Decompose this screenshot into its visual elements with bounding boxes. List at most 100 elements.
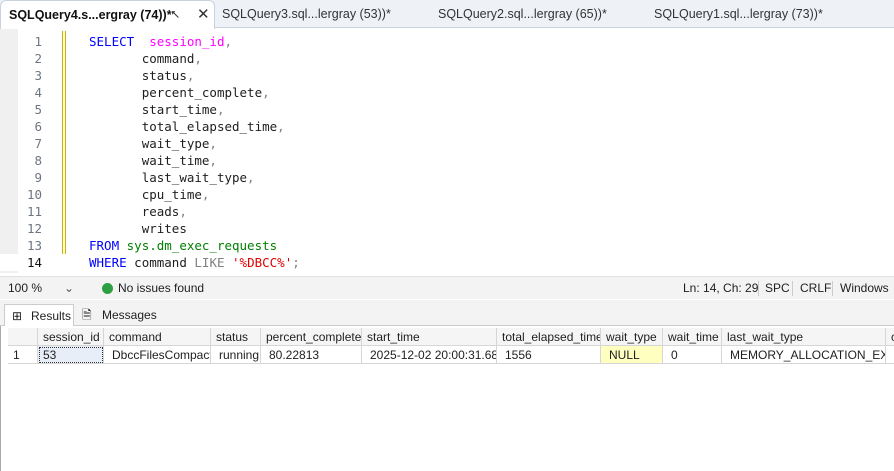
- column-header[interactable]: session_id: [38, 328, 104, 346]
- column-name: total_elapsed_time: [141, 119, 278, 134]
- tab-sqlquery1[interactable]: SQLQuery1.sql...lergray (73))*: [654, 0, 823, 28]
- tab-label: Messages: [102, 308, 157, 322]
- column-name: start_time: [141, 102, 217, 117]
- column-name: last_wait_type: [141, 170, 248, 185]
- line-number: 10: [26, 187, 42, 202]
- operator: LIKE: [194, 255, 225, 270]
- column-header[interactable]: wait_time: [663, 328, 722, 346]
- code-line: 11 reads,: [0, 203, 894, 220]
- punctuation: ,: [209, 136, 217, 151]
- tab-label: Results: [31, 309, 72, 323]
- punctuation: ;: [292, 255, 300, 270]
- code-line: 10 cpu_time,: [0, 186, 894, 203]
- table-cell[interactable]: NULL: [601, 346, 663, 364]
- column-name: cpu_time: [141, 187, 202, 202]
- line-number: 6: [34, 119, 42, 134]
- close-icon[interactable]: ✕: [197, 1, 210, 29]
- table-cell[interactable]: MEMORY_ALLOCATION_EXT: [722, 346, 886, 364]
- punctuation: ,: [194, 51, 202, 66]
- column-header[interactable]: [8, 328, 38, 346]
- line-number: 8: [34, 153, 42, 168]
- column-header[interactable]: command: [104, 328, 211, 346]
- column-header[interactable]: status: [211, 328, 261, 346]
- table-cell[interactable]: running: [211, 346, 261, 364]
- keyword: WHERE: [89, 255, 127, 270]
- document-tab-bar: SQLQuery4.s...ergray (74))* ⭦ ✕ SQLQuery…: [0, 0, 894, 29]
- code-line: 13 FROM sys.dm_exec_requests: [0, 237, 894, 254]
- table-cell[interactable]: 1556: [497, 346, 601, 364]
- table-cell[interactable]: [886, 346, 894, 364]
- code-line: 5 start_time,: [0, 101, 894, 118]
- check-circle-icon: [102, 283, 113, 294]
- punctuation: ,: [209, 153, 217, 168]
- tab-sqlquery2[interactable]: SQLQuery2.sql...lergray (65))*: [438, 0, 607, 28]
- punctuation: ,: [201, 187, 210, 202]
- tab-label: SQLQuery4.s...ergray (74))*: [9, 8, 172, 22]
- table-cell[interactable]: 0: [663, 346, 722, 364]
- column-name: wait_type: [141, 136, 210, 151]
- line-number: 2: [34, 51, 42, 66]
- punctuation: ,: [277, 119, 285, 134]
- tab-results[interactable]: ⊞ Results: [4, 304, 74, 326]
- results-tab-bar: ⊞ Results 🗎 Messages: [0, 300, 894, 326]
- line-number: 5: [34, 102, 42, 117]
- code-line: 3 status,: [0, 67, 894, 84]
- code-line: 12 writes: [0, 220, 894, 237]
- issues-status[interactable]: No issues found: [118, 277, 204, 300]
- table-cell[interactable]: 53: [38, 346, 104, 364]
- punctuation: ,: [224, 34, 233, 49]
- column-header[interactable]: start_time: [362, 328, 497, 346]
- line-number: 11: [26, 204, 42, 219]
- messages-icon: 🗎: [82, 308, 92, 322]
- column-name: reads: [141, 204, 180, 219]
- column-name: command: [141, 51, 195, 66]
- column-header[interactable]: wait_type: [601, 328, 663, 346]
- code-line: 4 percent_complete,: [0, 84, 894, 101]
- column-name: command: [134, 255, 187, 270]
- keyword: FROM: [89, 238, 120, 253]
- editor-status-bar: 100 % ⌄ No issues found Ln: 14, Ch: 29 S…: [0, 276, 894, 318]
- grid-icon: ⊞: [12, 309, 23, 323]
- keyword: SELECT: [89, 34, 135, 49]
- punctuation: ,: [186, 68, 195, 83]
- punctuation: ,: [179, 204, 187, 219]
- punctuation: ,: [216, 102, 225, 117]
- line-number: 9: [34, 170, 42, 185]
- row-number[interactable]: 1: [8, 346, 38, 364]
- tab-sqlquery4[interactable]: SQLQuery4.s...ergray (74))* ⭦ ✕: [0, 0, 215, 29]
- table-cell[interactable]: DbccFilesCompact: [104, 346, 211, 364]
- code-line: 6 total_elapsed_time,: [0, 118, 894, 135]
- line-ending[interactable]: CRLF: [800, 277, 831, 300]
- line-number: 4: [34, 85, 42, 100]
- tab-sqlquery3[interactable]: SQLQuery3.sql...lergray (53))*: [222, 0, 391, 28]
- line-number: 12: [26, 221, 42, 236]
- code-line: 8 wait_time,: [0, 152, 894, 169]
- string-literal: '%DBCC%': [232, 255, 293, 270]
- column-header[interactable]: total_elapsed_time: [497, 328, 601, 346]
- line-number: 14: [26, 255, 42, 270]
- punctuation: ,: [262, 85, 270, 100]
- column-header[interactable]: percent_complete: [261, 328, 362, 346]
- system-view: sys.dm_exec_requests: [126, 238, 278, 253]
- column-name: wait_time: [141, 153, 210, 168]
- line-number: 7: [34, 136, 42, 151]
- column-name: writes: [141, 221, 187, 236]
- code-line: 2 command,: [0, 50, 894, 67]
- column-name: session_id: [149, 34, 225, 49]
- tab-messages[interactable]: 🗎 Messages: [76, 304, 157, 326]
- column-name: status: [141, 68, 187, 83]
- code-line: 7 wait_type,: [0, 135, 894, 152]
- column-header[interactable]: last_wait_type: [722, 328, 886, 346]
- table-cell[interactable]: 80.22813: [261, 346, 362, 364]
- code-line: 1 SELECT session_id,: [0, 33, 894, 50]
- code-line: 14 WHERE command LIKE '%DBCC%';: [0, 254, 894, 271]
- column-name: percent_complete: [141, 85, 263, 100]
- zoom-select[interactable]: 100 %: [8, 277, 42, 300]
- table-cell[interactable]: 2025-12-02 20:00:31.683: [362, 346, 497, 364]
- column-header[interactable]: c: [886, 328, 894, 346]
- pin-icon[interactable]: ⭦: [171, 1, 179, 29]
- indent-mode[interactable]: SPC: [765, 277, 790, 300]
- punctuation: ,: [247, 170, 255, 185]
- chevron-down-icon[interactable]: ⌄: [64, 277, 74, 300]
- query-editor[interactable]: 1 SELECT session_id, 2 command, 3 status, 4 …: [0, 29, 894, 273]
